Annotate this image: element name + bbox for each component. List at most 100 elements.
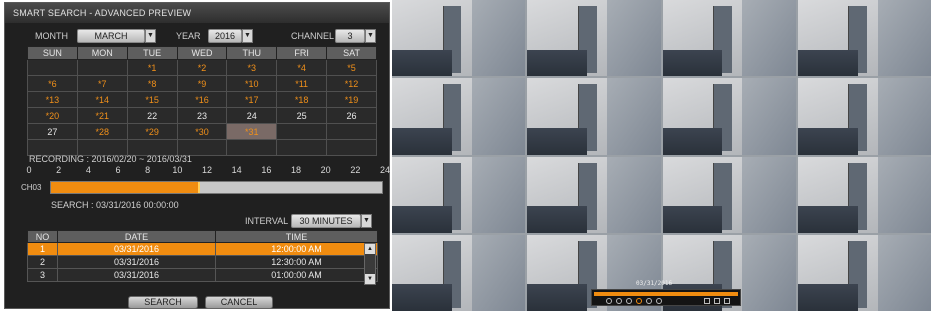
calendar-day[interactable]: 25	[276, 107, 328, 124]
calendar-day[interactable]: *17	[226, 91, 278, 108]
calendar-day[interactable]: *18	[276, 91, 328, 108]
camera-preview-tile[interactable]	[527, 0, 661, 77]
calendar-day[interactable]: *16	[176, 91, 228, 108]
chevron-down-icon[interactable]: ▼	[361, 214, 372, 228]
calendar-day[interactable]: *29	[126, 123, 178, 140]
calendar-day[interactable]: *13	[27, 91, 78, 108]
calendar-day[interactable]: *5	[326, 59, 377, 76]
timeline-tick-label: 10	[172, 165, 183, 175]
calendar-day[interactable]: 22	[126, 107, 178, 124]
calendar-day[interactable]: *28	[76, 123, 128, 140]
calendar-day[interactable]: *9	[176, 75, 228, 92]
timeline-cursor[interactable]	[197, 182, 200, 193]
channel-select[interactable]: 3 ▼	[335, 29, 376, 43]
close-icon[interactable]	[724, 298, 730, 304]
step-forward-icon[interactable]	[646, 298, 652, 304]
calendar-empty-cell	[326, 123, 377, 140]
calendar-day[interactable]: *14	[76, 91, 128, 108]
camera-scene-desk	[527, 127, 588, 155]
calendar-day[interactable]: *21	[76, 107, 128, 124]
scroll-up-icon[interactable]: ▲	[365, 244, 375, 254]
calendar-day[interactable]: *1	[126, 59, 178, 76]
camera-preview-tile[interactable]	[797, 78, 931, 155]
weekday-header: FRI	[276, 46, 328, 60]
playback-progress[interactable]	[594, 292, 738, 296]
camera-preview-tile[interactable]	[797, 234, 931, 311]
step-back-icon[interactable]	[616, 298, 622, 304]
screen-layout-icon[interactable]	[704, 298, 710, 304]
camera-preview-tile[interactable]	[527, 156, 661, 233]
timeline-bar[interactable]	[50, 181, 383, 194]
calendar-day[interactable]: 23	[176, 107, 228, 124]
camera-preview-tile[interactable]	[392, 0, 526, 77]
results-row[interactable]: 3 03/31/2016 01:00:00 AM	[27, 268, 378, 282]
play-icon[interactable]	[626, 298, 632, 304]
timeline-tick-label: 0	[26, 165, 32, 175]
camera-scene-desk	[662, 127, 723, 155]
timeline-tick-label: 8	[145, 165, 151, 175]
camera-scene-desk	[527, 49, 588, 77]
camera-preview-tile[interactable]	[392, 156, 526, 233]
camera-preview-tile[interactable]	[797, 0, 931, 77]
calendar-day[interactable]: *4	[276, 59, 328, 76]
weekday-header: THU	[226, 46, 278, 60]
results-cell: 12:00:00 AM	[215, 242, 378, 256]
zoom-icon[interactable]	[714, 298, 720, 304]
calendar-day[interactable]: *3	[226, 59, 278, 76]
results-row[interactable]: 2 03/31/2016 12:30:00 AM	[27, 255, 378, 269]
calendar-empty-cell	[326, 139, 377, 156]
interval-label: INTERVAL	[245, 216, 289, 226]
camera-preview-tile[interactable]	[527, 78, 661, 155]
month-select[interactable]: MARCH ▼	[77, 29, 156, 43]
weekday-header: SAT	[326, 46, 377, 60]
camera-preview-tile[interactable]	[662, 0, 796, 77]
scroll-down-icon[interactable]: ▼	[365, 274, 375, 284]
calendar-day[interactable]: *30	[176, 123, 228, 140]
year-select[interactable]: 2016 ▼	[208, 29, 253, 43]
timeline-tick-label: 16	[261, 165, 272, 175]
calendar-day[interactable]: *8	[126, 75, 178, 92]
camera-preview-tile[interactable]	[662, 78, 796, 155]
rewind-icon[interactable]	[606, 298, 612, 304]
chevron-down-icon[interactable]: ▼	[145, 29, 156, 43]
calendar-week: *6 *7 *8 *9 *10 *11 *12	[27, 75, 377, 92]
pause-icon[interactable]	[636, 298, 642, 304]
chevron-down-icon[interactable]: ▼	[242, 29, 253, 43]
camera-scene-desk	[392, 206, 452, 233]
camera-preview-tile[interactable]	[392, 234, 526, 311]
timeline-tick-label: 12	[201, 165, 213, 175]
calendar-day[interactable]: *10	[226, 75, 278, 92]
search-time: SEARCH : 03/31/2016 00:00:00	[51, 200, 179, 210]
camera-preview-tile[interactable]	[392, 78, 526, 155]
camera-preview-tile[interactable]	[797, 156, 931, 233]
calendar-empty-cell	[226, 139, 278, 156]
calendar-day[interactable]: *15	[126, 91, 178, 108]
calendar-day[interactable]: *6	[27, 75, 78, 92]
search-button[interactable]: SEARCH	[128, 296, 198, 309]
results-row[interactable]: 1 03/31/2016 12:00:00 AM	[27, 242, 378, 256]
fast-forward-icon[interactable]	[656, 298, 662, 304]
calendar-day[interactable]: *7	[76, 75, 128, 92]
calendar-day[interactable]: *20	[27, 107, 78, 124]
weekday-header: SUN	[27, 46, 78, 60]
chevron-down-icon[interactable]: ▼	[365, 29, 376, 43]
calendar-day[interactable]: *19	[326, 91, 377, 108]
camera-scene-desk	[392, 49, 452, 77]
calendar-day[interactable]: 26	[326, 107, 377, 124]
playback-controls: 03/31/2016	[591, 280, 741, 306]
calendar-day[interactable]: 24	[226, 107, 278, 124]
calendar-day[interactable]: *11	[276, 75, 328, 92]
results-scrollbar[interactable]: ▲ ▼	[364, 243, 376, 285]
timeline-tick-label: 6	[115, 165, 121, 175]
cancel-button[interactable]: CANCEL	[205, 296, 273, 309]
calendar-day[interactable]: *12	[326, 75, 377, 92]
results-cell: 3	[27, 268, 58, 282]
camera-scene-desk	[662, 206, 723, 233]
camera-preview-tile[interactable]	[662, 156, 796, 233]
calendar-day[interactable]: 27	[27, 123, 78, 140]
calendar-day[interactable]: *31	[226, 123, 278, 140]
weekday-header: TUE	[126, 46, 178, 60]
calendar-day[interactable]: *2	[176, 59, 228, 76]
interval-select[interactable]: 30 MINUTES ▼	[291, 214, 372, 228]
results-cell: 03/31/2016	[57, 268, 216, 282]
